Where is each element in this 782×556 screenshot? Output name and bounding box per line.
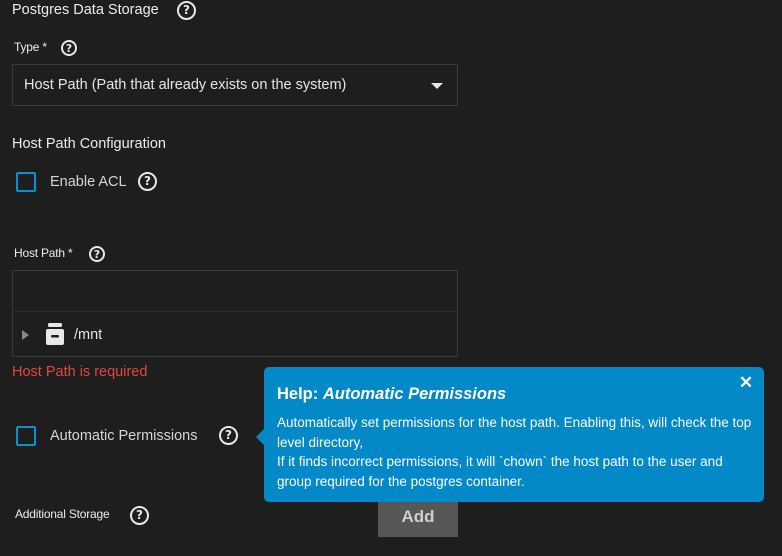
app-form: Postgres Data Storage ? Type * ? Host Pa… — [0, 0, 782, 556]
required-marker: * — [68, 246, 73, 260]
expand-arrow-icon[interactable] — [22, 330, 29, 340]
type-select[interactable]: Host Path (Path that already exists on t… — [12, 64, 458, 106]
host-path-error: Host Path is required — [12, 364, 148, 380]
tooltip-pointer — [256, 429, 264, 445]
help-icon[interactable]: ? — [89, 246, 105, 262]
required-marker: * — [42, 40, 47, 54]
help-icon[interactable]: ? — [177, 1, 196, 20]
tooltip-title-prefix: Help: — [277, 385, 323, 403]
host-path-label-wrap: Host Path * — [14, 246, 73, 260]
type-select-value: Host Path (Path that already exists on t… — [24, 77, 347, 93]
enable-acl-checkbox[interactable] — [16, 172, 36, 192]
section-title-postgres-storage: Postgres Data Storage — [12, 2, 159, 18]
help-icon[interactable]: ? — [130, 506, 149, 525]
host-path-input[interactable] — [12, 270, 458, 312]
tooltip-body-line: If it finds incorrect permissions, it wi… — [277, 454, 723, 489]
tooltip-title: Help: Automatic Permissions — [277, 385, 506, 404]
automatic-permissions-label[interactable]: Automatic Permissions — [50, 428, 197, 444]
type-label-wrap: Type * — [14, 40, 47, 54]
type-label: Type — [14, 40, 40, 54]
dataset-icon — [46, 323, 64, 345]
tree-node-label: /mnt — [74, 327, 103, 343]
tooltip-title-topic: Automatic Permissions — [322, 385, 507, 403]
help-icon[interactable]: ? — [219, 426, 238, 445]
help-icon[interactable]: ? — [61, 40, 77, 56]
help-tooltip: Help: Automatic Permissions ✕ Automatica… — [256, 367, 764, 502]
host-path-label: Host Path — [14, 246, 65, 260]
tooltip-body-line: Automatically set permissions for the ho… — [277, 415, 752, 450]
chevron-down-icon — [431, 83, 443, 89]
help-icon[interactable]: ? — [138, 172, 157, 191]
host-path-tree: /mnt — [12, 311, 458, 357]
tooltip-body: Automatically set permissions for the ho… — [277, 413, 757, 491]
additional-storage-label: Additional Storage — [15, 507, 110, 521]
section-title-host-path-config: Host Path Configuration — [12, 136, 166, 152]
close-icon[interactable]: ✕ — [736, 373, 756, 393]
enable-acl-label[interactable]: Enable ACL — [50, 174, 127, 190]
automatic-permissions-checkbox[interactable] — [16, 426, 36, 446]
